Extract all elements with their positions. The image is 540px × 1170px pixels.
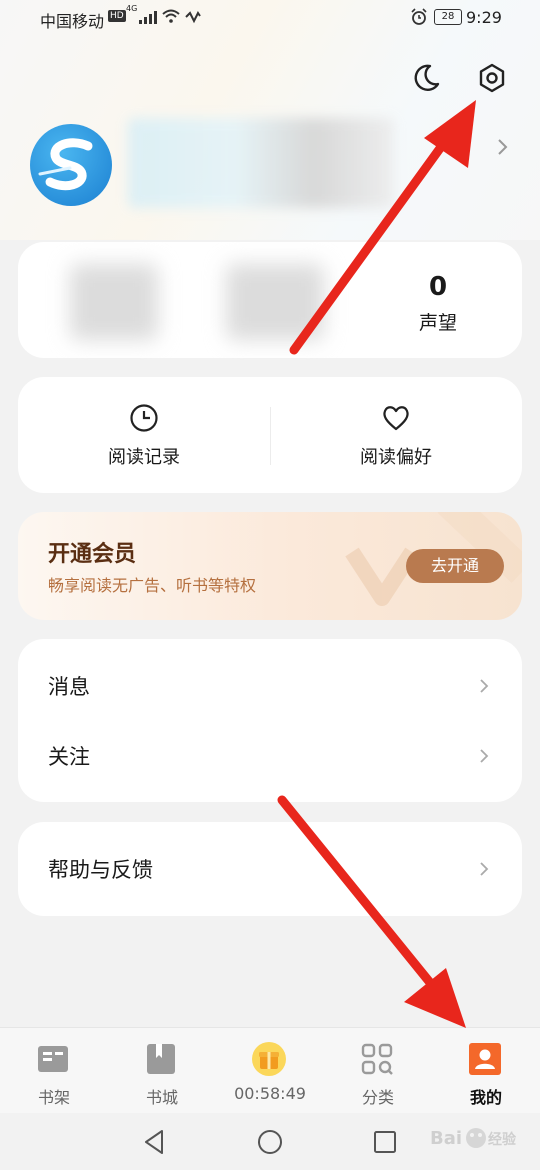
reputation-value[interactable]: 0	[398, 272, 478, 302]
chevron-right-icon[interactable]	[494, 136, 510, 158]
messages-row[interactable]: 消息	[18, 651, 522, 721]
network-type: 4G	[126, 4, 138, 13]
tab-gift-timer[interactable]: 00:58:49	[216, 1028, 324, 1114]
tab-label: 书城	[145, 1088, 178, 1107]
tab-category[interactable]: 分类	[324, 1028, 432, 1114]
messages-label: 消息	[48, 675, 90, 699]
svg-text:Bai: Bai	[430, 1128, 462, 1149]
reading-history-button[interactable]: 阅读记录	[18, 377, 270, 493]
tab-profile[interactable]: 我的	[432, 1028, 540, 1114]
hd-badge: HD	[108, 10, 126, 22]
avatar[interactable]	[30, 124, 112, 206]
username-blurred[interactable]	[128, 118, 394, 208]
carrier-name: 中国移动	[40, 12, 105, 31]
profile-icon	[469, 1043, 501, 1075]
activate-vip-button[interactable]: 去开通	[406, 549, 504, 583]
vip-title: 开通会员	[48, 542, 137, 567]
follow-row[interactable]: 关注	[18, 721, 522, 791]
menu-card: 消息 关注	[18, 639, 522, 802]
gift-countdown: 00:58:49	[234, 1084, 306, 1103]
back-icon[interactable]	[140, 1127, 170, 1157]
tab-bookshelf[interactable]: 书架	[0, 1028, 108, 1114]
alarm-icon	[411, 8, 427, 25]
home-icon[interactable]	[255, 1127, 285, 1157]
gear-icon	[479, 63, 505, 93]
moon-icon	[414, 64, 440, 91]
clock-icon	[130, 404, 158, 432]
reading-history-label: 阅读记录	[108, 447, 180, 468]
wifi-icon	[162, 9, 180, 23]
bottom-tab-bar: 书架 书城 00:58:49 分类 我的	[0, 1027, 540, 1114]
help-feedback-row[interactable]: 帮助与反馈	[18, 834, 522, 904]
stats-card: 0 声望	[18, 242, 522, 358]
settings-button[interactable]	[474, 60, 510, 96]
recents-icon[interactable]	[370, 1127, 400, 1157]
clock-time: 9:29	[466, 8, 502, 27]
gift-icon	[252, 1042, 286, 1076]
vip-card[interactable]: 开通会员 畅享阅读无广告、听书等特权 去开通	[18, 512, 522, 620]
chevron-right-icon	[480, 749, 489, 763]
avatar-logo-icon	[38, 138, 93, 191]
stat-blurred	[70, 264, 158, 340]
quick-actions-card: 阅读记录 阅读偏好	[18, 377, 522, 493]
status-bar: 中国移动 HD 4G 28 9:29	[0, 0, 540, 36]
battery-indicator: 28	[434, 9, 462, 25]
help-card: 帮助与反馈	[18, 822, 522, 916]
tab-bookstore[interactable]: 书城	[108, 1028, 216, 1114]
category-icon	[361, 1043, 393, 1075]
reputation-label[interactable]: 声望	[398, 308, 478, 335]
svg-text:经验: 经验	[488, 1131, 517, 1148]
tab-label: 书架	[37, 1088, 70, 1107]
vibrate-icon	[185, 11, 201, 24]
reading-preference-label: 阅读偏好	[360, 447, 432, 468]
chevron-right-icon	[480, 862, 489, 876]
baidu-watermark-icon: Bai 经验	[430, 1128, 517, 1149]
stat-blurred	[226, 264, 324, 340]
bookshelf-icon	[38, 1046, 68, 1072]
heart-icon	[383, 406, 409, 431]
follow-label: 关注	[48, 745, 90, 769]
reading-preference-button[interactable]: 阅读偏好	[270, 377, 522, 493]
bookstore-icon	[147, 1044, 175, 1074]
signal-icon	[139, 11, 157, 24]
chevron-right-icon	[480, 679, 489, 693]
tab-label: 分类	[361, 1088, 394, 1107]
help-feedback-label: 帮助与反馈	[48, 858, 153, 882]
tab-label: 我的	[469, 1088, 502, 1107]
night-mode-button[interactable]	[408, 60, 444, 96]
vip-subtitle: 畅享阅读无广告、听书等特权	[48, 576, 257, 595]
